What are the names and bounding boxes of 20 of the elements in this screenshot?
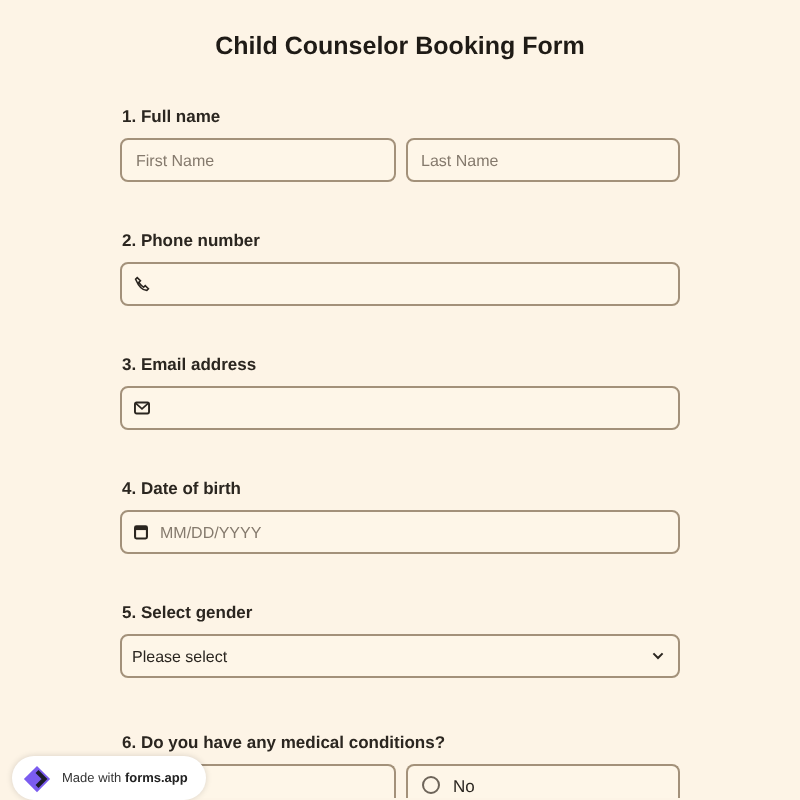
question-label: 4. Date of birth [122,478,244,498]
email-field[interactable] [120,386,680,430]
question-label: 5. Select gender [122,602,255,622]
phone-icon [134,276,150,292]
name-field[interactable]: Last Name [405,138,680,182]
logo-icon [22,763,52,793]
name-field[interactable]: First Name [120,138,395,182]
question-label: 3. Email address [122,354,259,374]
gender-dropdown[interactable]: Please select [120,634,680,678]
question-label: 2. Phone number [122,230,262,250]
question-label: 1. Full name [122,106,223,126]
question-label: 6. Do you have any medical conditions? [122,732,448,752]
form-title: Child Counselor Booking Form [213,30,587,64]
phone-field[interactable] [120,262,680,306]
chevron-down-icon [652,652,664,660]
date-field[interactable]: MM/DD/YYYY [120,510,680,554]
calendar-icon [134,524,148,540]
radio-button[interactable] [421,776,439,794]
envelope-icon [134,401,150,415]
radio-option[interactable]: No [405,764,680,798]
